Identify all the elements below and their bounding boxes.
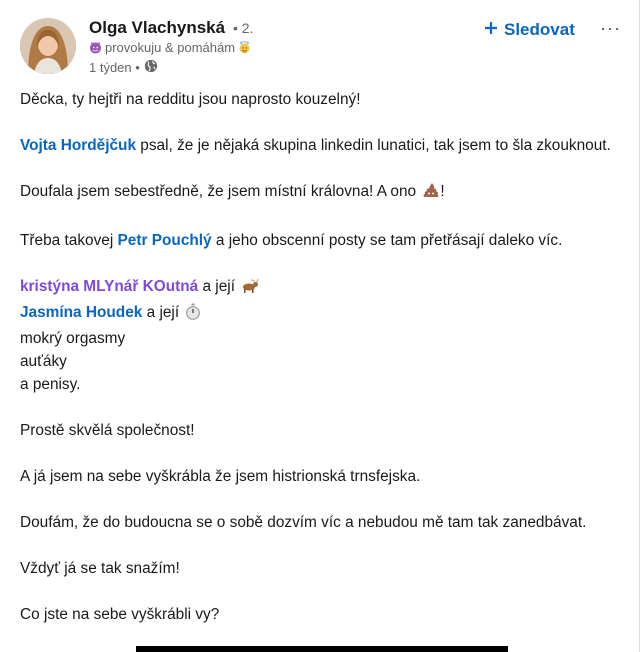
- paragraph-text: psal, že je nějaká skupina linkedin luna…: [136, 137, 611, 154]
- paragraph-text: Děcka, ty hejtři na redditu jsou naprost…: [20, 91, 361, 108]
- mention-link[interactable]: Vojta Horděјčuk: [20, 137, 136, 154]
- paragraph-text: !: [440, 183, 445, 200]
- stopwatch-emoji-icon: [185, 303, 201, 327]
- headline-text: provokuju & pomáhám: [105, 40, 236, 55]
- bottom-overlay-bar: [136, 646, 508, 652]
- list-item: auťáky: [20, 353, 67, 370]
- author-avatar[interactable]: [20, 18, 76, 74]
- mention-link[interactable]: Jasmína Houdek: [20, 304, 142, 321]
- post-body: Děcka, ty hejtři na redditu jsou naprost…: [20, 88, 620, 649]
- poop-emoji-icon: [422, 182, 440, 206]
- paragraph-text: a jeho obscenní posty se tam přetřásají …: [211, 232, 563, 249]
- paragraph: Prostě skvělá společnost!: [20, 419, 620, 442]
- goat-emoji-icon: [241, 278, 259, 301]
- paragraph-text: a její: [198, 278, 240, 295]
- paragraph-text: Prostě skvělá společnost!: [20, 422, 195, 439]
- plus-icon: [484, 20, 498, 40]
- paragraph: Co jste na sebe vyškrábli vy?: [20, 603, 620, 626]
- paragraph-text: Co jste na sebe vyškrábli vy?: [20, 606, 220, 623]
- paragraph: kristýna MLYnář KOutná a její Jasmína Ho…: [20, 275, 620, 396]
- follow-button[interactable]: Sledovat: [484, 18, 575, 42]
- post-card: Olga Vlachynská • 2. provokuju & pomáhám…: [0, 0, 640, 652]
- angel-face-icon: [238, 41, 251, 54]
- paragraph: Vždyť já se tak snažím!: [20, 557, 620, 580]
- globe-icon: [144, 59, 158, 76]
- paragraph: Vojta Horděјčuk psal, že je nějaká skupi…: [20, 134, 620, 157]
- paragraph: Doufala jsem sebestředně, že jsem místní…: [20, 180, 620, 206]
- list-item: kristýna MLYnář KOutná a její: [20, 275, 620, 301]
- post-header: Olga Vlachynská • 2. provokuju & pomáhám…: [20, 18, 630, 78]
- list-item: a penisy.: [20, 376, 81, 393]
- connection-degree: • 2.: [233, 20, 254, 36]
- profile-photo-icon: [20, 18, 76, 74]
- paragraph: Děcka, ty hejtři na redditu jsou naprost…: [20, 88, 620, 111]
- follow-label: Sledovat: [504, 20, 575, 39]
- paragraph-text: Vždyť já se tak snažím!: [20, 560, 180, 577]
- more-options-button[interactable]: ···: [600, 18, 621, 39]
- list-item: mokrý orgasmy: [20, 330, 126, 347]
- paragraph-text: a její: [142, 304, 184, 321]
- author-name[interactable]: Olga Vlachynská: [89, 18, 225, 38]
- paragraph-text: A já jsem na sebe vyškrábla že jsem hist…: [20, 468, 421, 485]
- paragraph-text: Doufám, že do budoucna se o sobě dozvím …: [20, 514, 587, 531]
- paragraph-text: Doufala jsem sebestředně, že jsem místní…: [20, 183, 421, 200]
- list-item: Jasmína Houdek a její: [20, 301, 620, 327]
- post-meta: 1 týden •: [89, 59, 158, 76]
- mention-link[interactable]: kristýna MLYnář KOutná: [20, 278, 198, 295]
- paragraph: Doufám, že do budoucna se o sobě dozvím …: [20, 511, 620, 534]
- paragraph: A já jsem na sebe vyškrábla že jsem hist…: [20, 465, 620, 488]
- mention-link[interactable]: Petr Pouchlý: [118, 232, 212, 249]
- paragraph-text: Třeba takovej: [20, 232, 118, 249]
- post-time[interactable]: 1 týden •: [89, 60, 140, 75]
- author-headline: provokuju & pomáhám: [89, 40, 251, 55]
- paragraph: Třeba takovej Petr Pouchlý a jeho obscen…: [20, 229, 620, 252]
- smiling-devil-icon: [89, 41, 102, 54]
